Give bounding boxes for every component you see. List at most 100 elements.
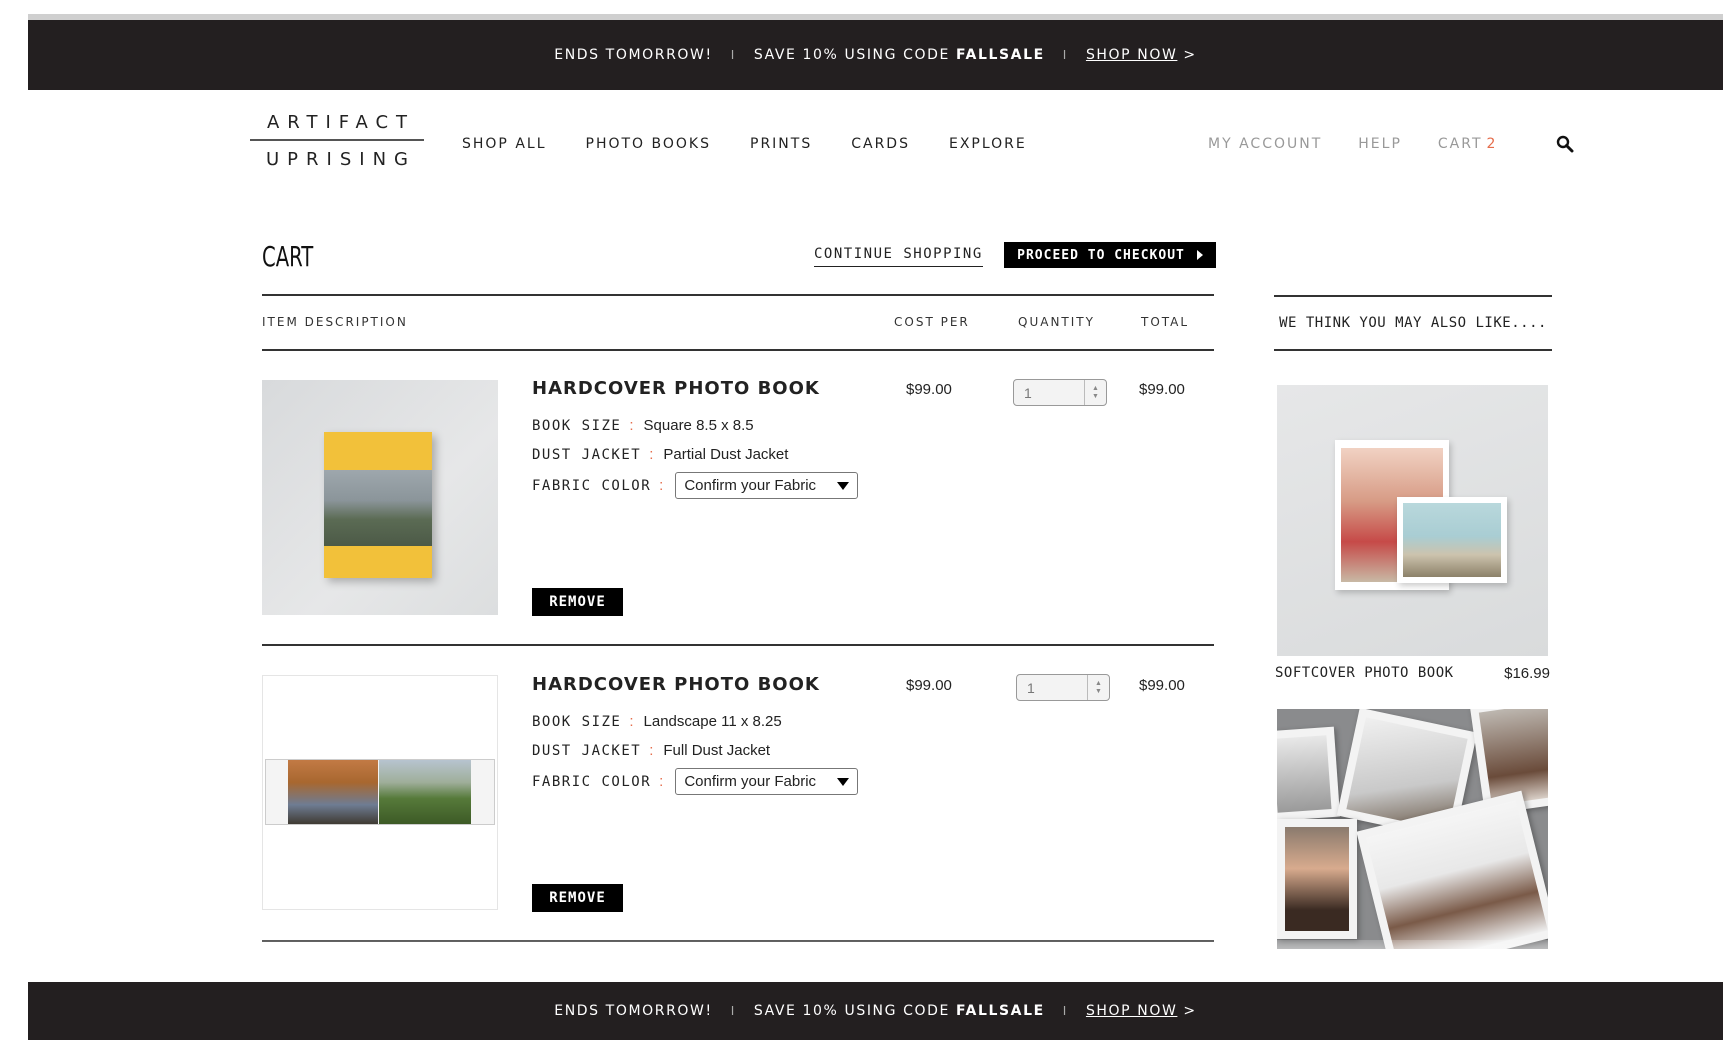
book-size-row: BOOK SIZE: Landscape 11 x 8.25: [532, 713, 782, 730]
photo-image: [1277, 735, 1332, 813]
nav-explore[interactable]: EXPLORE: [949, 136, 1027, 152]
divider: [262, 349, 1214, 351]
logo-line-2: UPRISING: [266, 149, 416, 170]
search-icon[interactable]: [1556, 135, 1574, 153]
fabric-color-row: FABRIC COLOR: Confirm your Fabric: [532, 472, 859, 499]
caret-down-icon: [837, 481, 850, 490]
divider: [262, 644, 1214, 646]
cost-per: $99.00: [906, 381, 952, 398]
spread-photo-right: [379, 760, 471, 824]
spread-photo-left: [288, 760, 378, 824]
nav-photo-books[interactable]: PHOTO BOOKS: [586, 136, 711, 152]
attr-value: Full Dust Jacket: [663, 742, 771, 759]
quantity-stepper[interactable]: 1 ▲ ▼: [1016, 674, 1110, 701]
product-title: HARDCOVER PHOTO BOOK: [532, 674, 820, 695]
logo[interactable]: ARTIFACT UPRISING: [250, 112, 424, 170]
recommendation-price: $16.99: [1504, 665, 1550, 682]
checkout-label: PROCEED TO CHECKOUT: [1017, 247, 1185, 263]
play-right-icon: [1196, 250, 1203, 260]
chevron-right-icon: >: [1183, 47, 1197, 63]
photo-image: [1478, 709, 1548, 806]
cart-count-badge: 2: [1486, 136, 1498, 152]
main-nav: SHOP ALL PHOTO BOOKS PRINTS CARDS EXPLOR…: [462, 136, 1027, 152]
page-title: CART: [262, 240, 314, 273]
nav-shop-all[interactable]: SHOP ALL: [462, 136, 547, 152]
promo-separator: I: [730, 48, 736, 62]
attr-label: DUST JACKET: [532, 446, 642, 463]
print-photo: [1277, 726, 1341, 822]
select-value: Confirm your Fabric: [684, 477, 817, 494]
cart-link[interactable]: CART 2: [1438, 136, 1498, 152]
photo-image: [1403, 503, 1501, 577]
fabric-color-select[interactable]: Confirm your Fabric: [675, 768, 859, 795]
fabric-color-row: FABRIC COLOR: Confirm your Fabric: [532, 768, 859, 795]
quantity-value: 1: [1024, 384, 1032, 401]
continue-shopping-link[interactable]: CONTINUE SHOPPING: [814, 246, 983, 267]
recommendation-image[interactable]: [1277, 709, 1548, 949]
attr-label: BOOK SIZE: [532, 713, 622, 730]
promo-separator: I: [1062, 1004, 1068, 1018]
proceed-to-checkout-button[interactable]: PROCEED TO CHECKOUT: [1004, 242, 1216, 268]
col-header-quantity: QUANTITY: [1018, 315, 1095, 329]
attr-value: Square 8.5 x 8.5: [643, 417, 754, 434]
promo-banner-top: ENDS TOMORROW! I SAVE 10% USING CODE FAL…: [28, 20, 1723, 90]
promo-code: FALLSALE: [955, 47, 1045, 63]
attr-label: DUST JACKET: [532, 742, 642, 759]
attr-colon: :: [629, 713, 634, 730]
attr-colon: :: [659, 477, 664, 494]
select-value: Confirm your Fabric: [684, 773, 817, 790]
product-thumbnail[interactable]: [262, 675, 498, 910]
line-total: $99.00: [1139, 381, 1185, 398]
col-header-total: TOTAL: [1141, 315, 1190, 329]
print-photo: [1277, 819, 1357, 939]
attr-colon: :: [659, 773, 664, 790]
shop-now-link[interactable]: SHOP NOW: [1086, 1003, 1177, 1019]
promo-separator: I: [1062, 48, 1068, 62]
spinner-icon[interactable]: ▲ ▼: [1084, 380, 1106, 405]
cart-label: CART: [1437, 136, 1483, 152]
dust-jacket-row: DUST JACKET: Partial Dust Jacket: [532, 446, 788, 463]
remove-button[interactable]: REMOVE: [532, 884, 623, 912]
quantity-value: 1: [1027, 679, 1035, 696]
dust-jacket-image: [324, 470, 432, 546]
remove-button[interactable]: REMOVE: [532, 588, 623, 616]
col-header-item: ITEM DESCRIPTION: [262, 315, 408, 329]
col-header-cost: COST PER: [894, 315, 970, 329]
attr-colon: :: [649, 446, 654, 463]
photo-image: [1285, 827, 1349, 931]
promo-save-text: SAVE 10% USING CODE: [753, 1003, 950, 1019]
help-link[interactable]: HELP: [1358, 136, 1402, 152]
fabric-color-select[interactable]: Confirm your Fabric: [675, 472, 859, 499]
spinner-icon[interactable]: ▲ ▼: [1087, 675, 1109, 700]
divider: [262, 294, 1214, 296]
chevron-right-icon: >: [1183, 1003, 1197, 1019]
attr-value: Landscape 11 x 8.25: [643, 713, 782, 730]
product-thumbnail[interactable]: [262, 380, 498, 615]
book-spread-image: [265, 759, 495, 825]
line-total: $99.00: [1139, 677, 1185, 694]
book-cover-image: [324, 432, 432, 578]
recommendation-caption[interactable]: SOFTCOVER PHOTO BOOK $16.99: [1275, 665, 1550, 682]
attr-label: FABRIC COLOR: [532, 477, 652, 494]
promo-separator: I: [730, 1004, 736, 1018]
nav-cards[interactable]: CARDS: [851, 136, 910, 152]
photo-image: [1366, 800, 1548, 949]
attr-label: FABRIC COLOR: [532, 773, 652, 790]
nav-prints[interactable]: PRINTS: [750, 136, 812, 152]
attr-value: Partial Dust Jacket: [663, 446, 789, 463]
attr-colon: :: [649, 742, 654, 759]
my-account-link[interactable]: MY ACCOUNT: [1208, 136, 1322, 152]
recommendation-image[interactable]: [1277, 385, 1548, 656]
cost-per: $99.00: [906, 677, 952, 694]
promo-save-text: SAVE 10% USING CODE: [753, 47, 950, 63]
shop-now-link[interactable]: SHOP NOW: [1086, 47, 1177, 63]
caret-down-icon: [837, 777, 850, 786]
browser-top-strip: [0, 0, 1723, 20]
attr-label: BOOK SIZE: [532, 417, 622, 434]
quantity-stepper[interactable]: 1 ▲ ▼: [1013, 379, 1107, 406]
promo-banner-bottom: ENDS TOMORROW! I SAVE 10% USING CODE FAL…: [28, 982, 1723, 1040]
dust-jacket-row: DUST JACKET: Full Dust Jacket: [532, 742, 770, 759]
product-title: HARDCOVER PHOTO BOOK: [532, 378, 820, 399]
scroll-fade: [28, 940, 1723, 982]
promo-ends: ENDS TOMORROW!: [554, 47, 713, 63]
